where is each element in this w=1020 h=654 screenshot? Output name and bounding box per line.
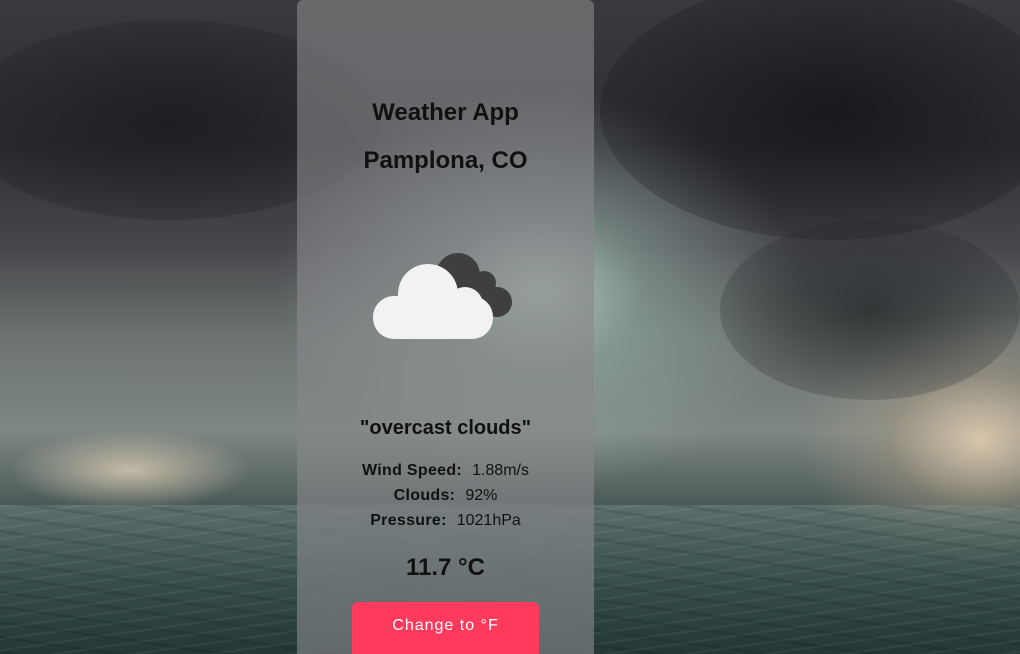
wind-speed-label: Wind Speed: — [362, 462, 463, 479]
app-title: Weather App — [372, 99, 519, 126]
weather-description: "overcast clouds" — [359, 417, 532, 439]
change-unit-button[interactable]: Change to °F — [352, 602, 539, 654]
clouds-value: 92% — [465, 487, 498, 504]
temperature-value: 11.7 °C — [406, 554, 485, 581]
wind-speed-value: 1.88m/s — [472, 462, 529, 479]
weather-card: Weather App Pamplona, CO "overcast cloud… — [297, 0, 594, 654]
pressure-row: Pressure: 1021hPa — [297, 512, 594, 530]
city-name: Pamplona, CO — [363, 147, 528, 174]
storm-cloud-right — [600, 0, 1020, 240]
pressure-value: 1021hPa — [456, 512, 521, 529]
storm-cloud-lower-right — [720, 220, 1020, 400]
wind-speed-row: Wind Speed: 1.88m/s — [297, 462, 594, 480]
clouds-label: Clouds: — [393, 487, 456, 504]
clouds-row: Clouds: 92% — [297, 487, 594, 505]
pressure-label: Pressure: — [370, 512, 447, 529]
overcast-clouds-icon — [373, 253, 512, 339]
